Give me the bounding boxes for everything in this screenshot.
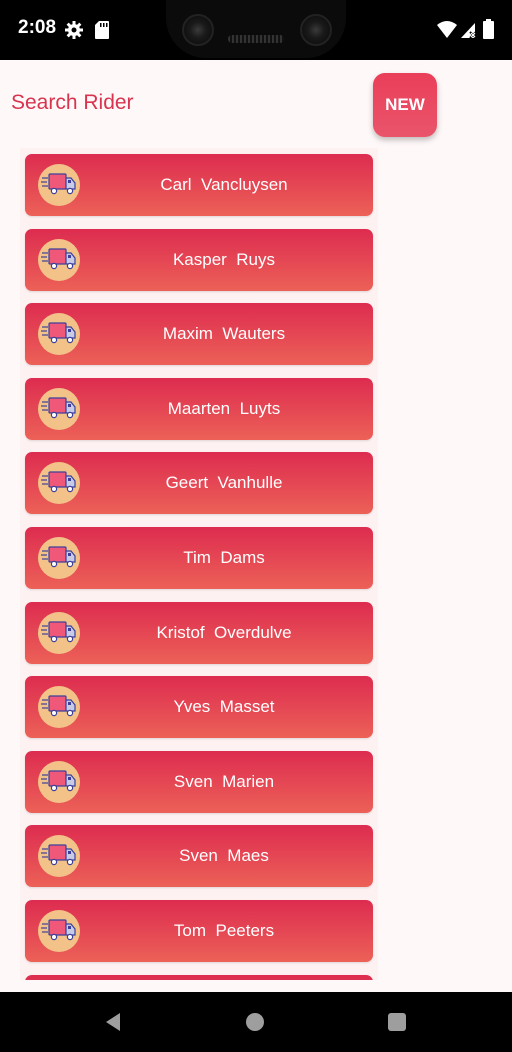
delivery-truck-icon (38, 686, 80, 729)
earpiece-speaker (228, 35, 284, 43)
rider-name: Tim Dams (183, 548, 265, 567)
rider-list-item[interactable]: Geert Vanhulle (25, 452, 373, 515)
rider-name: Maxim Wauters (162, 324, 286, 344)
battery-icon (483, 19, 494, 39)
delivery-truck-icon (38, 238, 80, 281)
back-icon[interactable] (102, 1011, 124, 1033)
navigation-bar (0, 992, 512, 1052)
rider-list-item[interactable]: Kasper Ruys (25, 228, 373, 291)
rider-name: Kristof Overdulve (156, 622, 292, 642)
rider-list-item[interactable]: Maxim Wauters (25, 303, 373, 366)
rider-list-item[interactable] (25, 974, 373, 980)
delivery-truck-icon (38, 910, 80, 952)
rider-name: Yves Masset (173, 697, 275, 717)
delivery-truck-icon (38, 313, 80, 356)
delivery-truck-icon (38, 387, 80, 430)
wifi-icon (436, 20, 458, 40)
sd-card-icon (94, 20, 110, 40)
rider-name: Geert Vanhulle (165, 473, 283, 493)
front-camera-icon (182, 14, 214, 46)
camera-notch (166, 0, 346, 58)
rider-list-item[interactable]: Sven Marien (25, 750, 373, 813)
page-title: Search Rider (11, 91, 134, 114)
gear-icon (64, 20, 84, 40)
delivery-truck-icon (38, 611, 80, 654)
phone-screen: 2:08 Search Rider NEW Carl Vancluysen Ka… (0, 0, 512, 1052)
delivery-truck-icon (38, 462, 80, 505)
signal-icon (460, 20, 478, 40)
front-sensor-icon (300, 14, 332, 46)
rider-list-item[interactable]: Yves Masset (25, 676, 373, 739)
new-rider-button[interactable]: NEW (373, 73, 437, 137)
rider-list-item[interactable]: Carl Vancluysen (25, 154, 373, 216)
rider-list[interactable]: Carl Vancluysen Kasper Ruys Maxim Wauters M… (20, 148, 378, 980)
rider-list-item[interactable]: Sven Maes (25, 825, 373, 888)
rider-list-item[interactable]: Maarten Luyts (25, 377, 373, 440)
delivery-truck-icon (38, 835, 80, 878)
rider-list-item[interactable]: Kristof Overdulve (25, 601, 373, 664)
rider-name: Tom Peeters (173, 921, 275, 940)
delivery-truck-icon (38, 537, 80, 579)
recent-apps-icon[interactable] (388, 1013, 406, 1031)
status-bar: 2:08 (0, 0, 512, 60)
rider-name: Kasper Ruys (172, 249, 276, 269)
rider-list-item[interactable]: Tim Dams (25, 527, 373, 589)
rider-name: Maarten Luyts (167, 398, 281, 418)
rider-name: Sven Maes (179, 846, 269, 866)
home-icon[interactable] (246, 1013, 264, 1031)
delivery-truck-icon (38, 164, 80, 206)
status-time: 2:08 (18, 17, 57, 38)
rider-list-item[interactable]: Tom Peeters (25, 900, 373, 962)
delivery-truck-icon (38, 760, 80, 803)
rider-name (85, 975, 363, 980)
rider-name: Sven Marien (173, 771, 275, 791)
app-content: Search Rider NEW Carl Vancluysen Kasper R… (0, 60, 512, 992)
rider-name: Carl Vancluysen (160, 175, 288, 194)
